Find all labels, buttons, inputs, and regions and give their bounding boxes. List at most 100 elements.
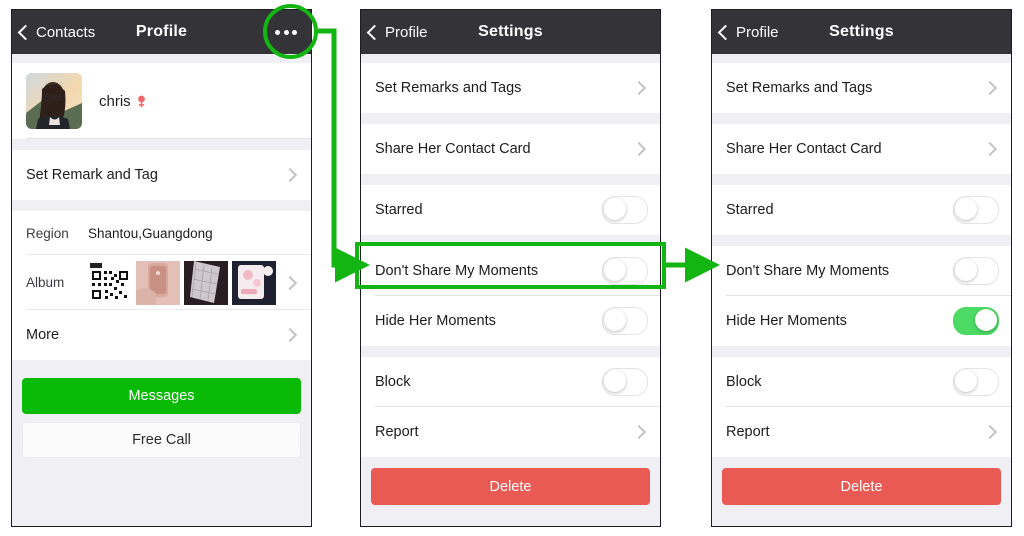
messages-button[interactable]: Messages <box>22 378 301 414</box>
section-gap <box>712 174 1011 185</box>
section-gap <box>12 139 311 150</box>
row-label: Report <box>726 424 770 440</box>
row-label: Block <box>375 374 411 390</box>
row-region: Region Shantou,Guangdong <box>12 211 311 255</box>
chevron-right-icon <box>282 167 298 183</box>
row-starred[interactable]: Starred <box>361 185 660 235</box>
row-label: Set Remarks and Tags <box>726 80 873 96</box>
phone-panel-settings-before: Profile Settings Set Remarks and Tags Sh… <box>360 9 661 527</box>
block-toggle[interactable] <box>953 368 999 396</box>
delete-button[interactable]: Delete <box>371 468 650 505</box>
rose-gold-phone-thumb[interactable] <box>136 260 180 305</box>
phone-panel-profile: Contacts Profile chris Set Remark and Ta… <box>11 9 312 527</box>
free-call-button[interactable]: Free Call <box>22 422 301 458</box>
chevron-left-icon <box>17 24 34 40</box>
album-thumbnails[interactable] <box>88 260 285 305</box>
chevron-right-icon <box>631 424 647 440</box>
row-label: Starred <box>726 202 774 218</box>
row-share-her-contact-card[interactable]: Share Her Contact Card <box>712 124 1011 174</box>
back-button-profile[interactable]: Profile <box>712 24 779 41</box>
section-gap <box>712 113 1011 124</box>
chevron-right-icon <box>282 327 298 343</box>
row-label: Report <box>375 424 419 440</box>
hide-her-moments-toggle[interactable] <box>602 307 648 335</box>
row-label: Block <box>726 374 762 390</box>
navbar-profile: Contacts Profile <box>12 10 311 54</box>
chevron-right-icon <box>982 141 998 157</box>
row-report[interactable]: Report <box>712 407 1011 457</box>
toggle-knob <box>604 370 626 392</box>
row-label: More <box>26 327 60 343</box>
qr-code-thumb[interactable] <box>88 260 132 305</box>
hide-her-moments-row[interactable]: Hide Her Moments <box>361 296 660 346</box>
chevron-right-icon <box>631 80 647 96</box>
row-dont-share-my-moments[interactable]: Don't Share My Moments <box>712 246 1011 296</box>
row-album[interactable]: Album <box>12 255 311 310</box>
row-more[interactable]: More <box>12 310 311 360</box>
delete-button[interactable]: Delete <box>722 468 1001 505</box>
dot <box>292 29 297 35</box>
row-block[interactable]: Block <box>361 357 660 407</box>
section-gap <box>712 346 1011 357</box>
dont-share-my-moments-toggle[interactable] <box>602 257 648 285</box>
quilted-case-thumb[interactable] <box>184 260 228 305</box>
hide-her-moments-toggle[interactable] <box>953 307 999 335</box>
row-share-her-contact-card[interactable]: Share Her Contact Card <box>361 124 660 174</box>
row-starred[interactable]: Starred <box>712 185 1011 235</box>
row-label: Share Her Contact Card <box>375 141 531 157</box>
navbar-settings: Profile Settings <box>712 10 1011 54</box>
dont-share-my-moments-toggle[interactable] <box>953 257 999 285</box>
phone-panel-settings-after: Profile Settings Set Remarks and Tags Sh… <box>711 9 1012 527</box>
row-set-remarks-and-tags[interactable]: Set Remarks and Tags <box>712 63 1011 113</box>
back-button-profile[interactable]: Profile <box>361 24 428 41</box>
navbar-settings: Profile Settings <box>361 10 660 54</box>
row-set-remarks-and-tags[interactable]: Set Remarks and Tags <box>361 63 660 113</box>
back-button-label: Profile <box>736 23 779 41</box>
row-label: Starred <box>375 202 423 218</box>
row-block[interactable]: Block <box>712 357 1011 407</box>
section-gap <box>712 54 1011 63</box>
row-set-remark-and-tag[interactable]: Set Remark and Tag <box>12 150 311 200</box>
row-label: Don't Share My Moments <box>375 263 539 279</box>
toggle-knob <box>975 309 997 331</box>
starred-toggle[interactable] <box>953 196 999 224</box>
hide-her-moments-row[interactable]: Hide Her Moments <box>712 296 1011 346</box>
toggle-knob <box>604 259 626 281</box>
row-label: Set Remark and Tag <box>26 167 158 183</box>
back-button-contacts[interactable]: Contacts <box>12 24 95 41</box>
section-gap <box>12 200 311 211</box>
region-key: Region <box>26 225 69 241</box>
row-label: Don't Share My Moments <box>726 263 890 279</box>
dot <box>275 29 280 35</box>
section-gap <box>361 174 660 185</box>
section-gap <box>712 235 1011 246</box>
album-key: Album <box>26 275 65 290</box>
photo-icon <box>232 260 276 305</box>
row-dont-share-my-moments[interactable]: Don't Share My Moments <box>361 246 660 296</box>
block-toggle[interactable] <box>602 368 648 396</box>
starred-toggle[interactable] <box>602 196 648 224</box>
pink-case-thumb[interactable] <box>232 260 276 305</box>
chevron-left-icon <box>717 24 734 40</box>
back-button-label: Profile <box>385 23 428 41</box>
contact-name-wrap: chris <box>99 93 147 110</box>
toggle-knob <box>955 370 977 392</box>
row-report[interactable]: Report <box>361 407 660 457</box>
back-button-label: Contacts <box>36 23 96 41</box>
section-gap <box>12 360 311 369</box>
chevron-right-icon <box>982 80 998 96</box>
user-photo <box>26 73 82 129</box>
contact-name: chris <box>99 92 131 110</box>
ellipsis-icon[interactable] <box>275 10 297 54</box>
toggle-knob <box>955 259 977 281</box>
section-gap <box>361 54 660 63</box>
section-gap <box>361 113 660 124</box>
screenshot-stage: Contacts Profile chris Set Remark and Ta… <box>0 0 1024 536</box>
chevron-right-icon <box>631 141 647 157</box>
region-value: Shantou,Guangdong <box>88 225 213 241</box>
toggle-knob <box>604 309 626 331</box>
avatar[interactable] <box>26 73 82 129</box>
row-label: Share Her Contact Card <box>726 141 882 157</box>
female-icon <box>137 95 145 107</box>
contact-header[interactable]: chris <box>12 63 311 139</box>
